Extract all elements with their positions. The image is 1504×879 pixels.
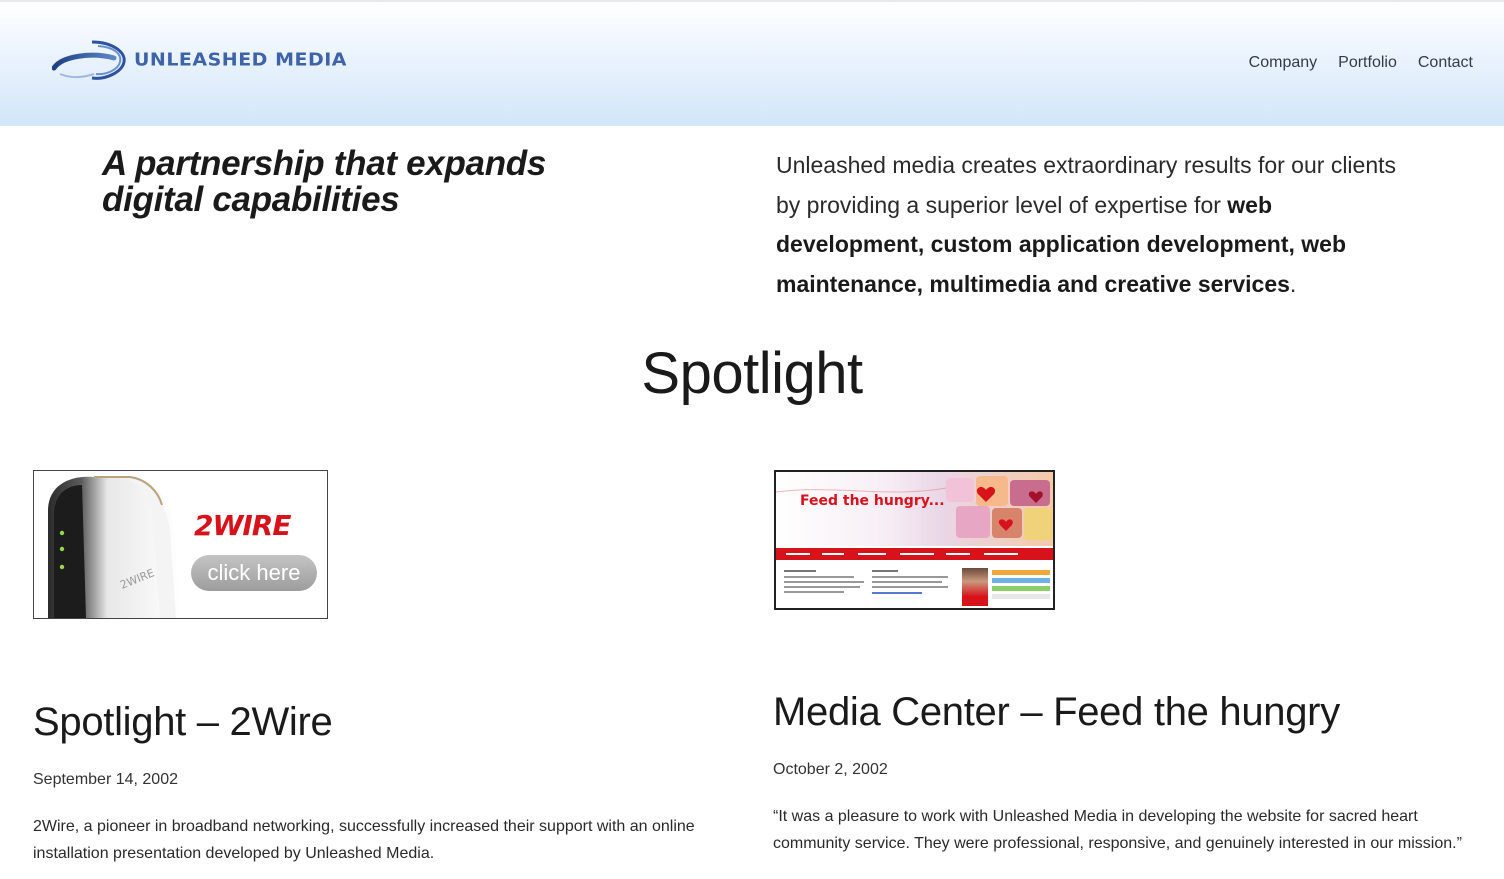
hero-intro-plain: Unleashed media creates extraordinary re…	[776, 152, 1397, 218]
main-nav: Company Portfolio Contact	[1249, 54, 1473, 72]
hero-tagline-line2: digital capabilities	[102, 180, 400, 219]
food-collage-graphic	[776, 476, 1052, 540]
post-2wire-title[interactable]: Spotlight – 2Wire	[33, 700, 333, 745]
click-here-button[interactable]: click here	[191, 555, 317, 591]
post-2wire-image[interactable]: 2WIRE 2WIRE click here	[33, 470, 328, 619]
post-feed-hungry-excerpt: “It was a pleasure to work with Unleashe…	[773, 808, 1462, 852]
feed-nav-bar	[776, 548, 1053, 560]
post-feed-hungry-image[interactable]: Feed the hungry...	[774, 470, 1055, 610]
feed-heading: Feed the hungry...	[800, 493, 945, 509]
site-header: UNLEASHED MEDIA Company Portfolio Contac…	[0, 0, 1504, 126]
post-feed-hungry-title[interactable]: Media Center – Feed the hungry	[773, 690, 1340, 735]
child-photo	[962, 568, 988, 606]
logo-swoosh-icon	[52, 40, 126, 80]
2wire-brand-text: 2WIRE	[194, 509, 291, 542]
nav-company[interactable]: Company	[1249, 54, 1317, 72]
hero-tagline-line1: A partnership that expands	[102, 144, 547, 183]
spotlight-heading: Spotlight	[641, 341, 863, 406]
post-feed-hungry-date: October 2, 2002	[773, 761, 888, 778]
nav-portfolio[interactable]: Portfolio	[1338, 54, 1397, 72]
logo-text: UNLEASHED MEDIA	[134, 49, 348, 71]
post-2wire-excerpt: 2Wire, a pioneer in broadband networking…	[33, 818, 695, 862]
modem-illustration: 2WIRE	[48, 476, 180, 618]
site-logo[interactable]: UNLEASHED MEDIA	[52, 38, 347, 82]
hero-intro: Unleashed media creates extraordinary re…	[776, 146, 1416, 304]
hero-intro-end: .	[1289, 270, 1297, 297]
post-2wire-date: September 14, 2002	[33, 771, 178, 788]
nav-contact[interactable]: Contact	[1418, 54, 1473, 72]
hero-tagline: A partnership that expands digital capab…	[102, 146, 622, 218]
feed-body-content	[776, 562, 1053, 608]
feed-banner: Feed the hungry...	[776, 472, 1053, 546]
